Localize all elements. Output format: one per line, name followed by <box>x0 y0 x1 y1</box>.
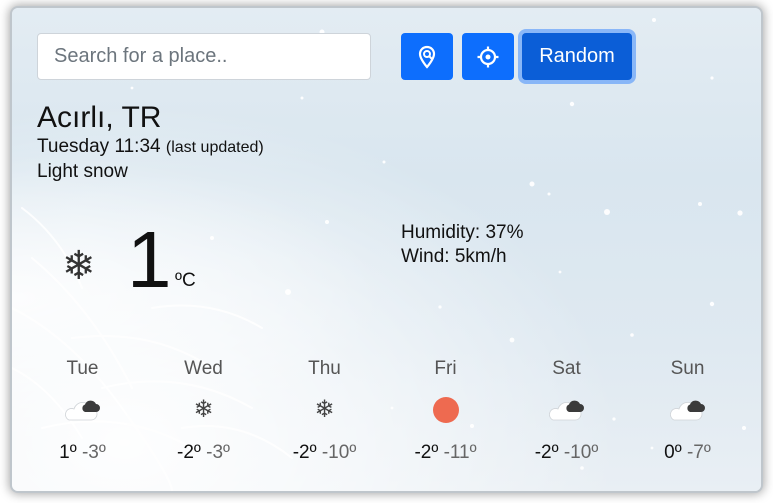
forecast-high: 1º <box>59 442 77 463</box>
crosshair-icon <box>477 46 499 67</box>
forecast-day: Wed ❄ -2º -3º <box>143 356 264 464</box>
map-search-button[interactable] <box>401 33 453 80</box>
snowflake-icon: ❄ <box>314 396 335 423</box>
forecast-low: -11º <box>443 442 477 463</box>
forecast-high: -2º <box>534 442 559 463</box>
forecast-day-name: Tue <box>66 358 99 379</box>
forecast-temperatures: -2º -3º <box>143 442 264 464</box>
last-updated-note: (last updated) <box>165 139 264 156</box>
forecast-day-name: Thu <box>308 358 341 379</box>
forecast-day-name: Wed <box>184 358 223 379</box>
forecast-day-name: Sun <box>670 358 705 379</box>
current-location-button[interactable] <box>462 33 514 80</box>
map-pin-search-icon <box>418 45 436 69</box>
forecast-low: -3º <box>81 442 106 463</box>
forecast-day: Fri -2º -11º <box>385 356 506 464</box>
cloud-dark-cloud-icon <box>506 390 627 430</box>
snowflake-icon: ❄ <box>193 396 214 423</box>
forecast-day: Tue 1º -3º <box>22 356 143 464</box>
forecast-low: -7º <box>686 442 711 463</box>
forecast-temperatures: -2º -11º <box>385 442 506 464</box>
snowflake-icon: ❄ <box>62 244 96 288</box>
weather-condition: Light snow <box>37 161 128 182</box>
forecast-low: -10º <box>321 442 357 463</box>
forecast-high: -2º <box>177 442 201 463</box>
local-time: Tuesday 11:34 (last updated) <box>37 136 264 158</box>
sun-icon <box>385 390 506 430</box>
forecast-day-name: Sat <box>552 358 581 379</box>
forecast-day: Sat -2º -10º <box>506 356 627 464</box>
temperature-unit: ºC <box>175 270 196 291</box>
forecast-low: -3º <box>206 442 230 463</box>
forecast-low: -10º <box>563 442 599 463</box>
time-text: Tuesday 11:34 <box>37 136 161 157</box>
forecast-temperatures: -2º -10º <box>506 442 627 464</box>
location-name: Acırlı, TR <box>37 101 162 134</box>
search-input[interactable] <box>37 33 371 80</box>
forecast-high: -2º <box>292 442 317 463</box>
forecast-high: 0º <box>664 442 682 463</box>
forecast-temperatures: -2º -10º <box>264 442 385 464</box>
cloud-dark-cloud-icon <box>627 390 748 430</box>
forecast-day: Thu ❄ -2º -10º <box>264 356 385 464</box>
current-temperature: 1 <box>127 215 172 304</box>
random-button[interactable]: Random <box>522 33 632 80</box>
forecast-temperatures: 1º -3º <box>22 442 143 464</box>
wind-readout: Wind: 5km/h <box>401 246 507 267</box>
humidity-readout: Humidity: 37% <box>401 222 524 243</box>
forecast-day: Sun 0º -7º <box>627 356 748 464</box>
forecast-day-name: Fri <box>434 358 457 379</box>
forecast-high: -2º <box>414 442 439 463</box>
weather-card: Random Acırlı, TR Tuesday 11:34 (last up… <box>12 8 761 491</box>
forecast-temperatures: 0º -7º <box>627 442 748 464</box>
cloud-dark-cloud-icon <box>22 390 143 430</box>
forecast-strip: Tue 1º -3º Wed ❄ -2º -3º Thu ❄ -2º -10º Fri -2º -… <box>22 356 750 466</box>
